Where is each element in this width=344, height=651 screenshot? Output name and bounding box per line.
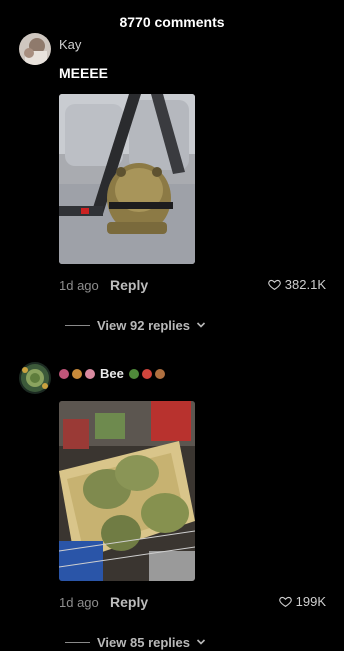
timestamp: 1d ago (59, 595, 99, 610)
like-count: 199K (295, 594, 326, 609)
heart-icon (278, 596, 292, 608)
bear-icon (72, 368, 82, 379)
view-replies-label: View 92 replies (97, 317, 190, 333)
comment-photo[interactable] (59, 94, 195, 264)
divider (65, 324, 90, 326)
like-button[interactable]: 199K (278, 594, 326, 609)
divider (65, 641, 90, 643)
chevron-down-icon (196, 322, 206, 328)
comment-text: MEEEE (59, 65, 109, 81)
comment-meta: 1d ago Reply 382.1K (59, 276, 326, 294)
view-replies-button[interactable]: View 85 replies (65, 634, 206, 650)
comment-photo[interactable] (59, 401, 195, 581)
reply-button[interactable]: Reply (110, 277, 148, 293)
username: Bee (100, 366, 124, 381)
reply-button[interactable]: Reply (110, 594, 148, 610)
mushroom-icon (141, 368, 152, 379)
comment-meta: 1d ago Reply 199K (59, 593, 326, 611)
chevron-down-icon (196, 639, 206, 645)
view-replies-button[interactable]: View 92 replies (65, 317, 206, 333)
comments-count-title: 8770 comments (119, 14, 225, 30)
avatar[interactable] (19, 362, 51, 394)
avatar[interactable] (19, 33, 51, 65)
flower-icon (59, 368, 69, 379)
like-count: 382.1K (284, 277, 326, 292)
username[interactable]: Kay (59, 37, 81, 52)
bear-icon (154, 368, 165, 379)
view-replies-label: View 85 replies (97, 634, 190, 650)
timestamp: 1d ago (59, 278, 99, 293)
username-with-emojis[interactable]: Bee (59, 366, 165, 381)
mushroom-icon (85, 368, 95, 379)
heart-icon (268, 279, 281, 291)
like-button[interactable]: 382.1K (268, 277, 326, 292)
frog-icon (128, 368, 139, 379)
